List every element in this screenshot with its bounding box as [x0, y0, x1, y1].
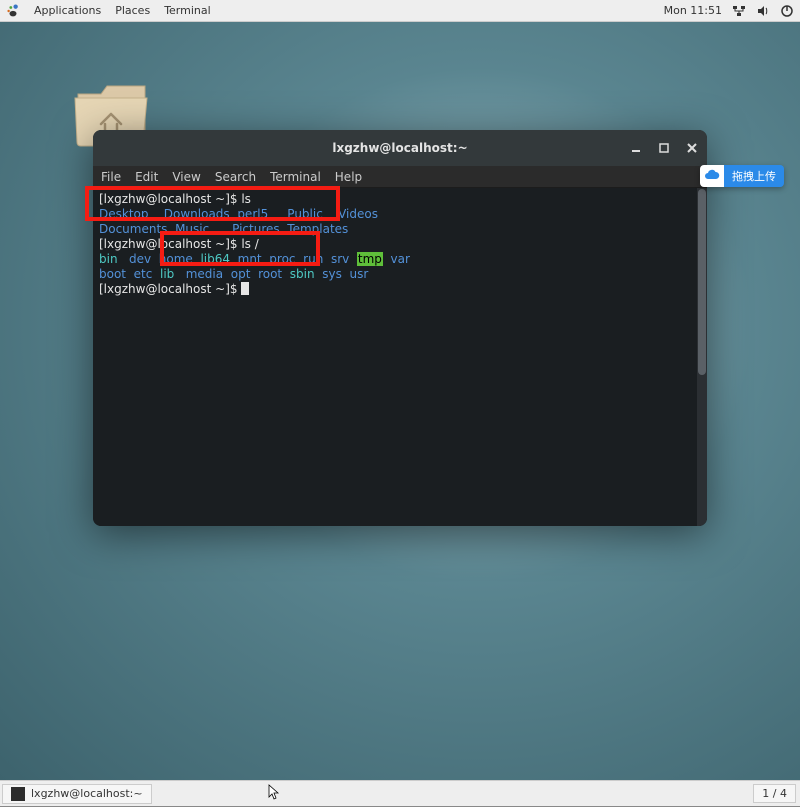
menu-view[interactable]: View — [172, 170, 200, 184]
volume-icon[interactable] — [756, 4, 770, 18]
upload-label: 拖拽上传 — [724, 165, 784, 187]
top-panel: Applications Places Terminal Mon 11:51 — [0, 0, 800, 22]
menu-search[interactable]: Search — [215, 170, 256, 184]
terminal-viewport[interactable]: [lxgzhw@localhost ~]$ ls Desktop Downloa… — [93, 188, 707, 526]
gnome-foot-icon — [6, 4, 20, 18]
bottom-panel: lxgzhw@localhost:~ 1 / 4 — [0, 780, 800, 806]
terminal-cursor — [241, 282, 249, 295]
power-icon[interactable] — [780, 4, 794, 18]
maximize-button[interactable] — [657, 141, 671, 155]
terminal-icon — [11, 787, 25, 801]
prompt-line: [lxgzhw@localhost ~]$ ls / — [99, 237, 259, 251]
ls-output-row: Desktop Downloads perl5 Public Videos — [99, 207, 378, 221]
menu-file[interactable]: File — [101, 170, 121, 184]
menu-edit[interactable]: Edit — [135, 170, 158, 184]
terminal-menubar: File Edit View Search Terminal Help — [93, 166, 707, 188]
close-button[interactable] — [685, 141, 699, 155]
menu-help[interactable]: Help — [335, 170, 362, 184]
window-titlebar[interactable]: lxgzhw@localhost:~ — [93, 130, 707, 166]
places-menu[interactable]: Places — [115, 4, 150, 17]
task-title: lxgzhw@localhost:~ — [31, 787, 143, 800]
window-title: lxgzhw@localhost:~ — [332, 141, 467, 155]
minimize-button[interactable] — [629, 141, 643, 155]
prompt-line: [lxgzhw@localhost ~]$ ls — [99, 192, 251, 206]
scrollbar-thumb[interactable] — [698, 189, 706, 375]
terminal-menu[interactable]: Terminal — [164, 4, 211, 17]
terminal-window: lxgzhw@localhost:~ File Edit View Search… — [93, 130, 707, 526]
ls-root-row: bin dev home lib64 mnt proc run srv tmp … — [99, 252, 410, 266]
applications-menu[interactable]: Applications — [34, 4, 101, 17]
network-icon[interactable] — [732, 4, 746, 18]
cloud-icon — [700, 165, 724, 187]
pointer-cursor-icon — [264, 784, 280, 804]
menu-terminal[interactable]: Terminal — [270, 170, 321, 184]
clock[interactable]: Mon 11:51 — [664, 4, 722, 17]
ls-output-row: Documents Music Pictures Templates — [99, 222, 348, 236]
prompt-line: [lxgzhw@localhost ~]$ — [99, 282, 241, 296]
ls-root-row: boot etc lib media opt root sbin sys usr — [99, 267, 368, 281]
taskbar-item-terminal[interactable]: lxgzhw@localhost:~ — [2, 784, 152, 804]
upload-widget[interactable]: 拖拽上传 — [700, 165, 784, 187]
workspace-indicator[interactable]: 1 / 4 — [753, 784, 796, 803]
terminal-scrollbar[interactable] — [697, 188, 707, 526]
